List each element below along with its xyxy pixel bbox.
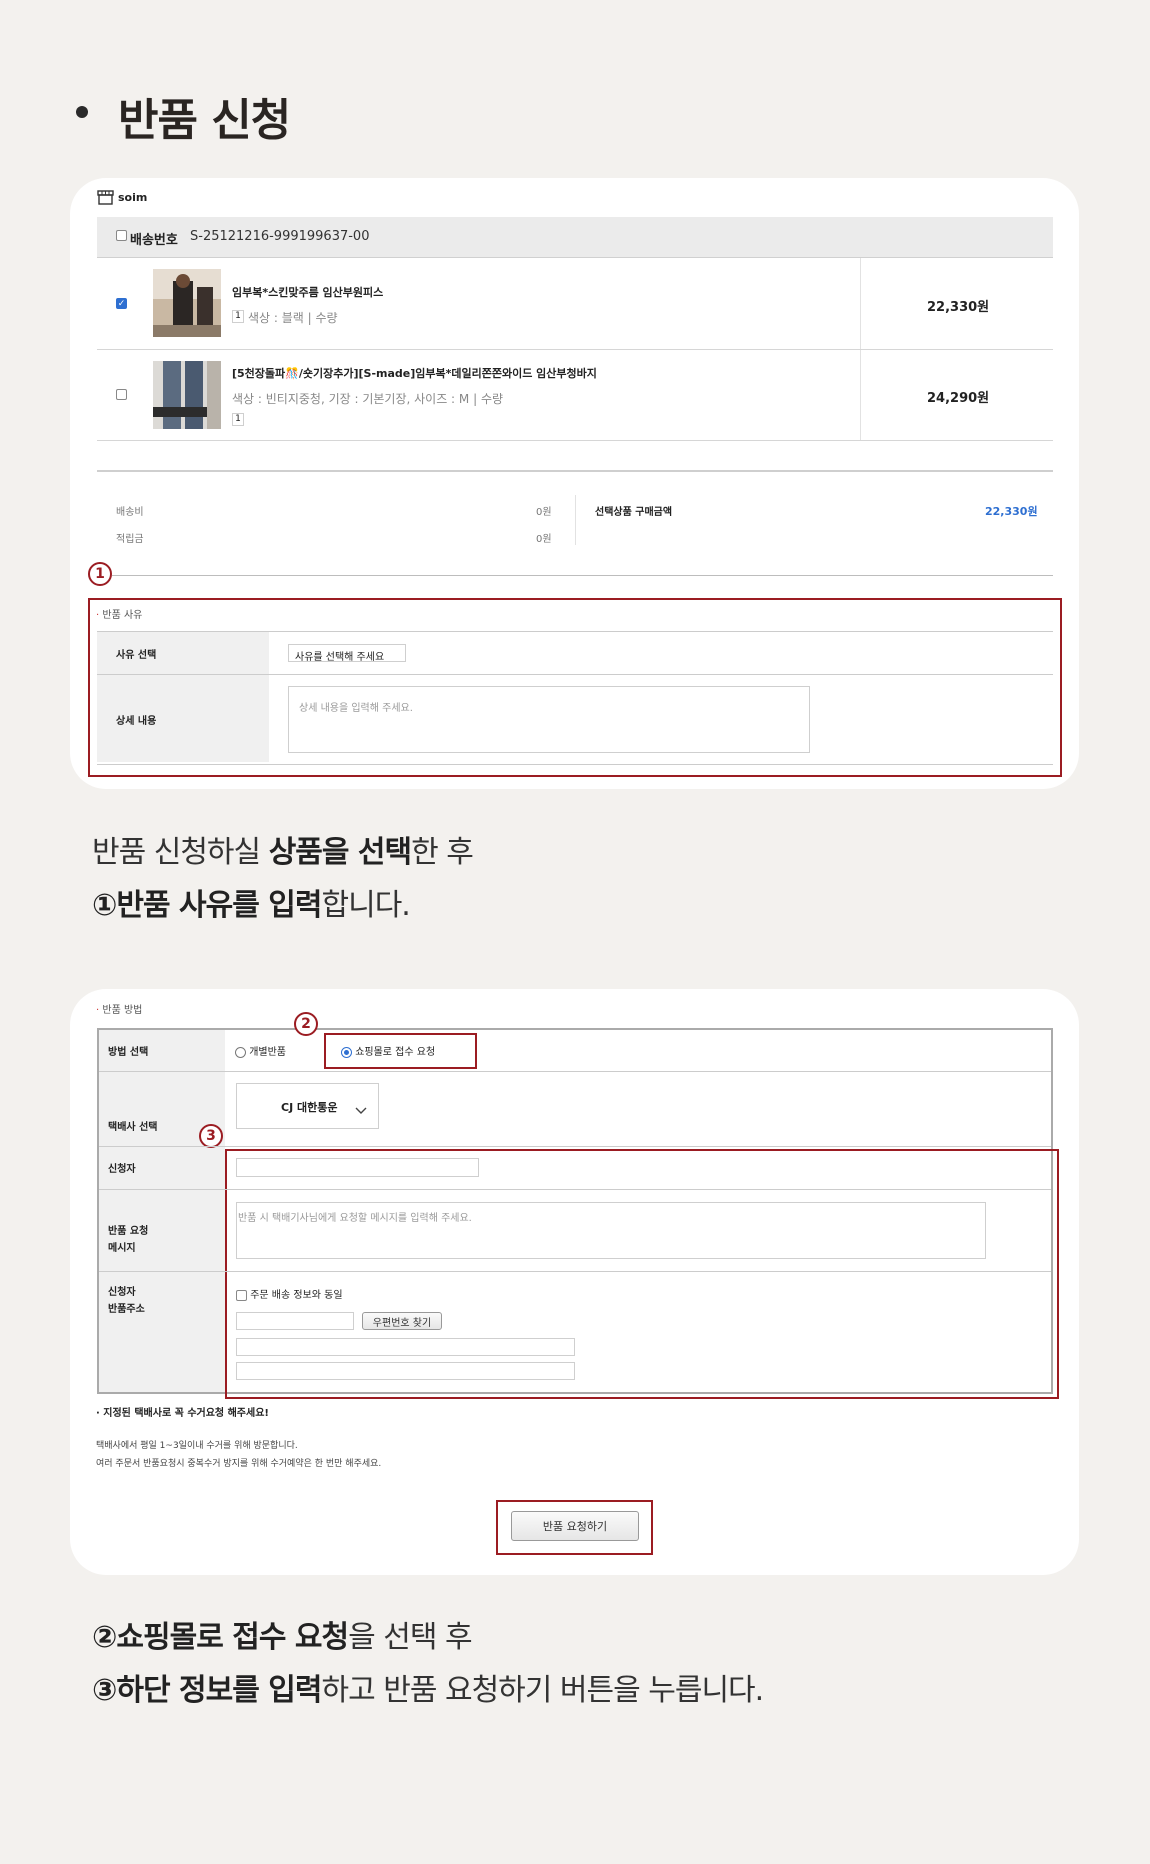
instruction-line-4: ③하단 정보를 입력하고 반품 요청하기 버튼을 누릅니다. <box>92 1665 765 1709</box>
store-icon <box>97 190 114 205</box>
bullet-dot <box>76 106 88 118</box>
instruction-line-2: ①반품 사유를 입력합니다. <box>92 880 411 924</box>
method-option-shop[interactable]: 쇼핑몰로 접수 요청 <box>341 1043 435 1058</box>
row-divider <box>97 349 1053 350</box>
instruction-3a: ②쇼핑몰로 접수 요청 <box>92 1620 349 1655</box>
instruction-3b: 을 선택 후 <box>348 1620 472 1655</box>
message-label: 반품 요청메시지 <box>108 1223 148 1257</box>
page-title: 반품 신청 <box>118 95 291 146</box>
message-textarea[interactable]: 반품 시 택배기사님에게 요청할 메시지를 입력해 주세요. <box>236 1202 986 1259</box>
product-2-options: 색상 : 빈티지중청, 기장 : 기본기장, 사이즈 : M | 수량 <box>232 392 504 406</box>
product-2-checkbox[interactable] <box>116 389 127 400</box>
instruction-2a: ①반품 사유를 입력 <box>92 888 322 923</box>
message-label-1: 반품 요청 <box>108 1226 149 1237</box>
address-label-1: 신청자 <box>108 1287 136 1298</box>
zipcode-search-button[interactable]: 우편번호 찾기 <box>362 1312 442 1330</box>
instruction-1c: 한 후 <box>411 835 474 870</box>
section-divider <box>112 575 1053 576</box>
return-reason-title-text: 반품 사유 <box>102 610 143 621</box>
method-option-individual[interactable]: 개별반품 <box>235 1043 286 1058</box>
notice-line-2: 여러 주문서 반품요청시 중복수거 방지를 위해 수거예약은 한 번만 해주세요… <box>96 1459 382 1469</box>
detail-label: 상세 내용 <box>116 716 157 727</box>
courier-value: CJ 대한통운 <box>281 1101 338 1114</box>
product-2-name: [5천장돌파🎊/숏기장추가][S-made]임부복*데일리쫀쫀와이드 임산부청바… <box>232 367 597 380</box>
same-as-order-checkbox[interactable] <box>236 1289 247 1301</box>
selected-total-label: 선택상품 구매금액 <box>595 507 673 518</box>
reason-select[interactable]: 사유를 선택해 주세요 <box>288 644 406 663</box>
method-option-1-text: 개별반품 <box>249 1047 286 1058</box>
detail-textarea[interactable]: 상세 내용을 입력해 주세요. <box>288 686 810 753</box>
product-1-qty[interactable]: 1 <box>232 310 244 323</box>
row-divider <box>99 1146 1051 1147</box>
product-1-checkbox[interactable]: ✓ <box>116 298 127 309</box>
return-reason-title: · 반품 사유 <box>96 610 143 621</box>
zipcode-input[interactable] <box>236 1312 354 1330</box>
method-label: 방법 선택 <box>108 1047 149 1058</box>
shipping-label: 배송비 <box>116 507 144 518</box>
product-2-image <box>153 361 221 429</box>
address-input-2[interactable] <box>236 1362 575 1380</box>
instruction-line-1: 반품 신청하실 상품을 선택한 후 <box>92 827 474 871</box>
applicant-label: 신청자 <box>108 1164 136 1175</box>
chevron-down-icon <box>355 1100 367 1114</box>
row-divider <box>99 1189 1051 1190</box>
method-label-column <box>99 1030 225 1392</box>
step-marker-2: 2 <box>294 1012 318 1036</box>
delivery-label: 배송번호 <box>130 233 178 248</box>
message-placeholder: 반품 시 택배기사님에게 요청할 메시지를 입력해 주세요. <box>238 1213 472 1224</box>
address-label-2: 반품주소 <box>108 1304 145 1315</box>
return-method-title-text: 반품 방법 <box>102 1005 143 1016</box>
instruction-line-3: ②쇼핑몰로 접수 요청을 선택 후 <box>92 1612 473 1656</box>
return-request-button[interactable]: 반품 요청하기 <box>511 1511 639 1541</box>
product-2-price: 24,290원 <box>927 391 990 406</box>
notice-title: · 지정된 택배사로 꼭 수거요청 해주세요! <box>96 1408 269 1419</box>
instruction-1b: 상품을 선택 <box>268 835 412 870</box>
select-all-checkbox[interactable] <box>116 230 127 241</box>
step-marker-3: 3 <box>199 1124 223 1148</box>
instruction-1a: 반품 신청하실 <box>92 835 269 870</box>
points-label: 적립금 <box>116 534 144 545</box>
row-divider <box>97 440 1053 441</box>
address-label: 신청자반품주소 <box>108 1284 145 1318</box>
points-value: 0원 <box>536 534 552 545</box>
address-input-1[interactable] <box>236 1338 575 1356</box>
totals-divider <box>575 495 576 545</box>
product-2-qty[interactable]: 1 <box>232 413 244 426</box>
shop-name: soim <box>118 191 148 204</box>
row-divider <box>99 1071 1051 1072</box>
instruction-2b: 합니다. <box>321 888 411 923</box>
instruction-4b: 하고 반품 요청하기 버튼을 누릅니다. <box>321 1673 765 1708</box>
radio-individual[interactable] <box>235 1046 246 1058</box>
table-bottom-line <box>97 470 1053 472</box>
selected-total-value: 22,330원 <box>985 505 1038 518</box>
message-label-2: 메시지 <box>108 1243 136 1254</box>
same-as-order[interactable]: 주문 배송 정보와 동일 <box>236 1286 343 1301</box>
reason-select-text: 사유를 선택해 주세요 <box>295 652 385 663</box>
product-1-name: 임부복*스킨맞주름 임산부원피스 <box>232 286 384 299</box>
product-1-image <box>153 269 221 337</box>
same-as-order-text: 주문 배송 정보와 동일 <box>250 1290 343 1301</box>
instruction-4a: ③하단 정보를 입력 <box>92 1673 322 1708</box>
return-method-title: · 반품 방법 <box>96 1005 143 1016</box>
method-option-2-text: 쇼핑몰로 접수 요청 <box>355 1047 436 1058</box>
detail-placeholder: 상세 내용을 입력해 주세요. <box>299 703 413 714</box>
courier-label: 택배사 선택 <box>108 1122 158 1133</box>
product-1-price: 22,330원 <box>927 300 990 315</box>
notice-line-1: 택배사에서 평일 1~3일이내 수거를 위해 방문합니다. <box>96 1441 298 1451</box>
radio-shop-request[interactable] <box>341 1046 352 1058</box>
step-marker-1: 1 <box>88 562 112 586</box>
delivery-number: S-25121216-999199637-00 <box>190 229 370 244</box>
shipping-value: 0원 <box>536 507 552 518</box>
applicant-input[interactable] <box>236 1158 479 1177</box>
product-1-options: 색상 : 블랙 | 수량 <box>248 311 338 325</box>
reason-select-label: 사유 선택 <box>116 650 157 661</box>
row-divider <box>99 1271 1051 1272</box>
